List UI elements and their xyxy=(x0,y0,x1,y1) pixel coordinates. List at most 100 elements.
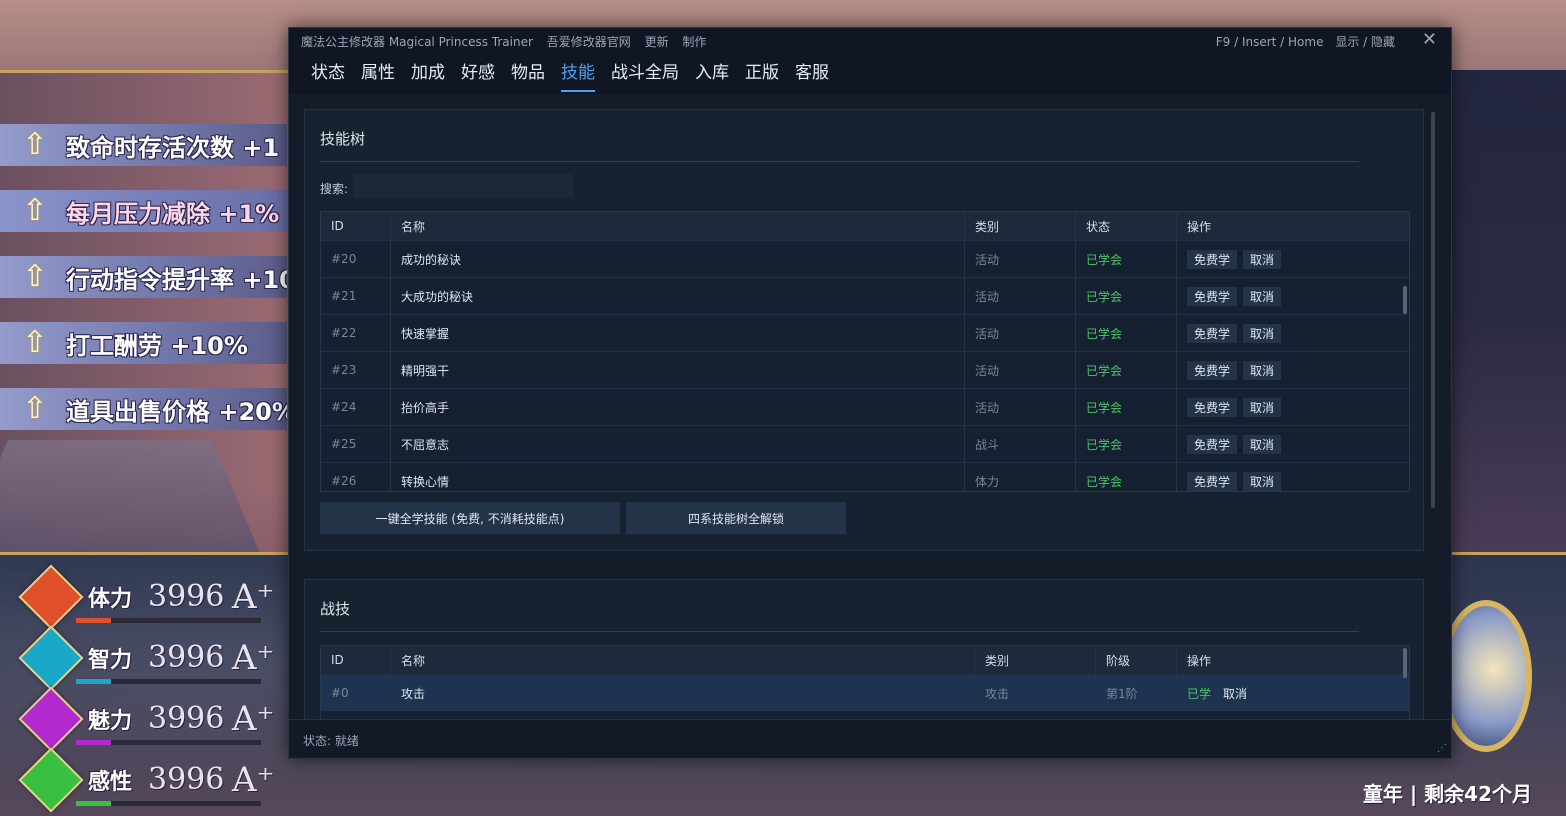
tab-battle-global[interactable]: 战斗全局 xyxy=(611,56,679,92)
up-arrow-icon: ⇧ xyxy=(22,325,48,360)
header-category[interactable]: 类别 xyxy=(965,212,1076,240)
link-update[interactable]: 更新 xyxy=(645,35,669,49)
header-name[interactable]: 名称 xyxy=(391,646,975,674)
cancel-button[interactable]: 取消 xyxy=(1243,434,1282,454)
stat-bar-fill xyxy=(76,679,112,684)
table-scrollbar-thumb[interactable] xyxy=(1403,286,1407,314)
cell-name: 转换心情 xyxy=(391,463,965,491)
learn-free-button[interactable]: 免费学 xyxy=(1187,434,1238,454)
table-row[interactable]: #26 转换心情 体力 已学会 免费学 取消 xyxy=(321,462,1409,491)
window-title: 魔法公主修改器 Magical Princess Trainer xyxy=(301,35,533,49)
buff-item: ⇧ 每月压力减除 +1% xyxy=(0,190,287,232)
cell-id: #25 xyxy=(321,426,391,462)
stat-name: 智力 xyxy=(88,647,133,673)
stat-name: 魅力 xyxy=(88,708,133,734)
cell-state: 已学会 xyxy=(1076,241,1177,277)
stat-bar-fill xyxy=(76,740,112,745)
header-op[interactable]: 操作 xyxy=(1177,646,1409,674)
tab-items[interactable]: 物品 xyxy=(511,56,545,92)
learn-free-button[interactable]: 免费学 xyxy=(1187,471,1238,491)
cancel-button[interactable]: 取消 xyxy=(1243,471,1282,491)
tab-content: 技能树 搜索: ID 名称 类别 状态 操作 #20 成功的秘诀 活动 已学会 xyxy=(289,94,1451,722)
table-row[interactable]: #20 成功的秘诀 活动 已学会 免费学 取消 xyxy=(321,240,1409,277)
cell-name: 不屈意志 xyxy=(391,426,965,462)
cancel-button[interactable]: 取消 xyxy=(1243,286,1282,306)
header-op[interactable]: 操作 xyxy=(1177,212,1409,240)
learn-free-button[interactable]: 免费学 xyxy=(1187,323,1238,343)
cancel-button[interactable]: 取消 xyxy=(1243,323,1282,343)
learn-free-button[interactable]: 免费学 xyxy=(1187,360,1238,380)
cell-id: #20 xyxy=(321,241,391,277)
cell-op: 已学 取消 xyxy=(1177,675,1409,711)
link-credits[interactable]: 制作 xyxy=(682,35,706,49)
intelligence-gem-icon xyxy=(18,624,84,691)
tab-status[interactable]: 状态 xyxy=(311,56,345,92)
learn-free-button[interactable]: 免费学 xyxy=(1187,286,1238,306)
stamina-gem-icon xyxy=(18,563,84,630)
stat-list: 体力 3996 A⁺ 智力 3996 A⁺ 魅力 3996 A⁺ 感性 3996… xyxy=(18,563,287,813)
content-scrollbar[interactable] xyxy=(1431,112,1435,508)
search-input[interactable] xyxy=(353,174,573,198)
table-row[interactable]: #0 攻击 攻击 第1阶 已学 取消 xyxy=(321,674,1409,711)
table-row[interactable]: #22 快速掌握 活动 已学会 免费学 取消 xyxy=(321,314,1409,351)
table-row[interactable]: #21 大成功的秘诀 活动 已学会 免费学 取消 xyxy=(321,277,1409,314)
header-tier[interactable]: 阶级 xyxy=(1096,646,1177,674)
cell-tier: 第1阶 xyxy=(1096,675,1177,711)
buff-label: 每月压力减除 +1% xyxy=(66,199,280,228)
cell-op: 免费学 取消 xyxy=(1177,315,1409,351)
cell-op: 免费学 取消 xyxy=(1177,241,1409,277)
header-name[interactable]: 名称 xyxy=(391,212,965,240)
learn-free-button[interactable]: 免费学 xyxy=(1187,249,1238,269)
link-official-site[interactable]: 吾爱修改器官网 xyxy=(547,35,631,49)
header-category[interactable]: 类别 xyxy=(975,646,1096,674)
tab-storage[interactable]: 入库 xyxy=(695,56,729,92)
learn-free-button[interactable]: 免费学 xyxy=(1187,397,1238,417)
learn-all-skills-button[interactable]: 一键全学技能 (免费, 不消耗技能点) xyxy=(320,502,620,534)
stat-bar xyxy=(76,679,261,684)
table-row[interactable]: #23 精明强干 活动 已学会 免费学 取消 xyxy=(321,351,1409,388)
cell-state: 已学会 xyxy=(1076,352,1177,388)
buff-item: ⇧ 道具出售价格 +20% xyxy=(0,388,287,430)
hotkey-label: F9 / Insert / Home xyxy=(1215,35,1324,49)
cell-id: #26 xyxy=(321,463,391,491)
cancel-button[interactable]: 取消 xyxy=(1223,685,1247,702)
tab-bonus[interactable]: 加成 xyxy=(411,56,445,92)
table-row[interactable]: #24 抬价高手 活动 已学会 免费学 取消 xyxy=(321,388,1409,425)
cell-id: #24 xyxy=(321,389,391,425)
up-arrow-icon: ⇧ xyxy=(22,391,48,426)
up-arrow-icon: ⇧ xyxy=(22,193,48,228)
up-arrow-icon: ⇧ xyxy=(22,127,48,162)
stat-bar xyxy=(76,740,261,745)
table-row[interactable]: #25 不屈意志 战斗 已学会 免费学 取消 xyxy=(321,425,1409,462)
cell-category: 活动 xyxy=(965,389,1076,425)
cell-category: 活动 xyxy=(965,315,1076,351)
show-hide-toggle[interactable]: 显示 / 隐藏 xyxy=(1335,35,1395,49)
cell-name: 攻击 xyxy=(391,675,975,711)
stat-bar xyxy=(76,618,261,623)
tab-genuine[interactable]: 正版 xyxy=(745,56,779,92)
cell-op: 免费学 取消 xyxy=(1177,352,1409,388)
stat-grade: A⁺ xyxy=(232,576,275,617)
cancel-button[interactable]: 取消 xyxy=(1243,397,1282,417)
table-scrollbar-thumb[interactable] xyxy=(1403,648,1407,678)
tab-attributes[interactable]: 属性 xyxy=(361,56,395,92)
title-bar[interactable]: 魔法公主修改器 Magical Princess Trainer 吾爱修改器官网… xyxy=(289,28,1451,54)
unlock-all-trees-button[interactable]: 四系技能树全解锁 xyxy=(626,502,846,534)
cancel-button[interactable]: 取消 xyxy=(1243,249,1282,269)
learned-label: 已学 xyxy=(1187,686,1212,701)
tab-support[interactable]: 客服 xyxy=(795,56,829,92)
buff-item: ⇧ 致命时存活次数 +1 xyxy=(0,124,287,166)
cell-category: 战斗 xyxy=(965,426,1076,462)
tab-affection[interactable]: 好感 xyxy=(461,56,495,92)
cancel-button[interactable]: 取消 xyxy=(1243,360,1282,380)
header-id[interactable]: ID xyxy=(321,212,391,240)
cell-op: 免费学 取消 xyxy=(1177,426,1409,462)
header-state[interactable]: 状态 xyxy=(1076,212,1177,240)
resize-grip-icon[interactable]: ⋰ xyxy=(1437,744,1447,754)
stat-name: 体力 xyxy=(88,586,133,612)
cell-name: 抬价高手 xyxy=(391,389,965,425)
tab-skills[interactable]: 技能 xyxy=(561,56,595,92)
stat-value: 3996 xyxy=(148,701,225,736)
close-icon[interactable]: ✕ xyxy=(1422,30,1437,50)
header-id[interactable]: ID xyxy=(321,646,391,674)
